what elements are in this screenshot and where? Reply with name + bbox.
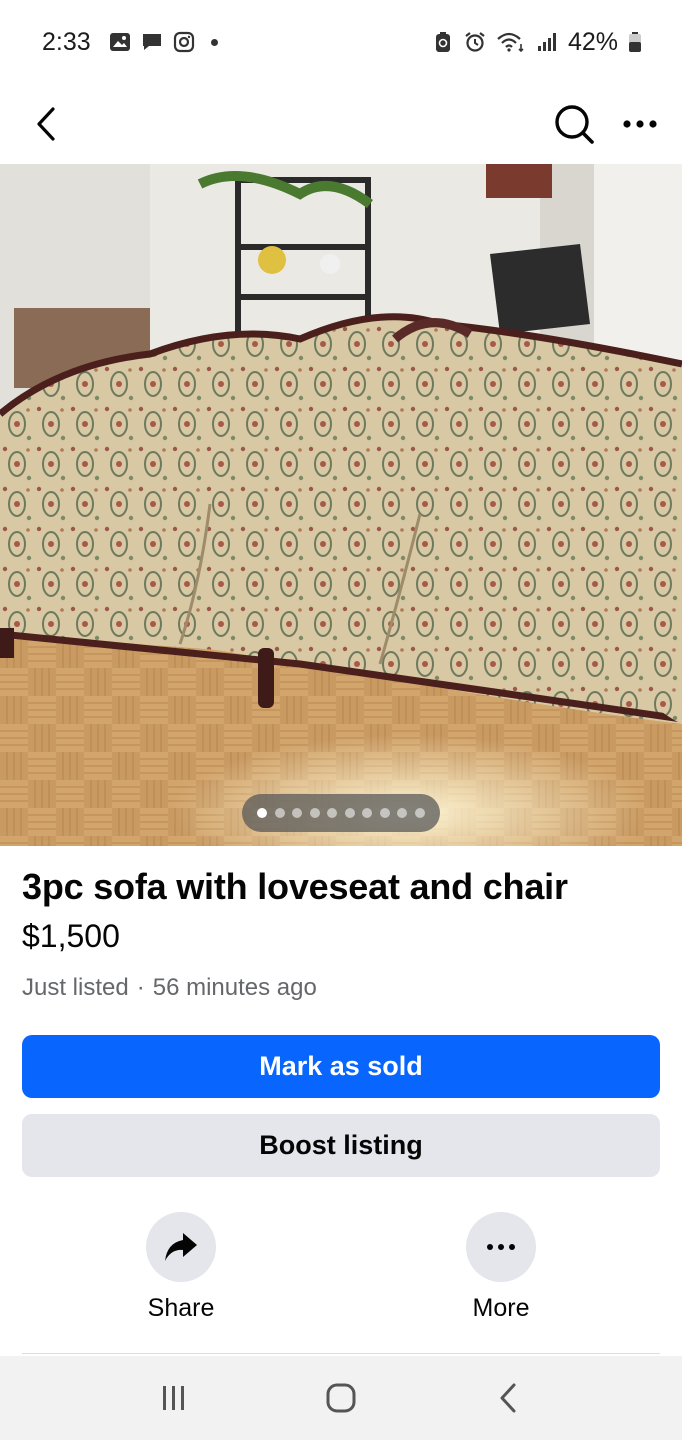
nav-right-actions: [550, 100, 664, 148]
top-navigation: [0, 84, 682, 164]
recents-icon: [162, 1386, 184, 1410]
carousel-dot: [379, 808, 390, 818]
boost-listing-button[interactable]: Boost listing: [22, 1114, 660, 1177]
carousel-dot: [309, 808, 320, 818]
more-dots-icon: [487, 1244, 515, 1250]
listing-photo[interactable]: [0, 164, 682, 846]
meta-separator: ·: [136, 974, 145, 1001]
more-label: More: [472, 1294, 530, 1322]
carousel-dot: [362, 808, 373, 818]
carousel-dot: [257, 808, 268, 818]
more-action[interactable]: More: [411, 1212, 591, 1332]
search-icon: [555, 105, 594, 144]
carousel-dot: [274, 808, 285, 818]
home-button[interactable]: [311, 1368, 371, 1428]
carousel-indicator: [242, 794, 440, 832]
notification-dot-icon: [210, 38, 218, 46]
mark-as-sold-button[interactable]: Mark as sold: [22, 1035, 660, 1098]
carousel-dot: [397, 808, 408, 818]
android-back-button[interactable]: [478, 1368, 538, 1428]
share-action[interactable]: Share: [91, 1212, 271, 1332]
battery-saver-icon: [432, 31, 454, 53]
carousel-dot: [344, 808, 355, 818]
sofa-photo-image: [0, 164, 682, 846]
listing-posted-time: 56 minutes ago: [152, 974, 317, 1001]
divider: [22, 1353, 660, 1354]
message-icon: [141, 31, 163, 53]
android-navigation-bar: [0, 1356, 682, 1440]
home-icon: [326, 1383, 356, 1413]
back-arrow-icon: [37, 107, 55, 141]
carousel-dot: [414, 808, 425, 818]
listing-price: $1,500: [22, 918, 120, 954]
listing-title: 3pc sofa with loveseat and chair: [22, 866, 568, 907]
carousel-dot: [292, 808, 303, 818]
battery-icon: [628, 31, 642, 53]
battery-percent: 42%: [567, 27, 618, 56]
android-back-icon: [500, 1383, 516, 1413]
more-button[interactable]: [466, 1212, 536, 1282]
status-bar: 2:33 42%: [0, 0, 682, 84]
signal-icon: [536, 31, 558, 53]
alarm-icon: [464, 31, 486, 53]
more-options-button[interactable]: [616, 100, 664, 148]
status-time: 2:33: [42, 27, 91, 56]
more-dots-icon: [623, 120, 657, 128]
status-right: 42%: [432, 28, 642, 57]
share-label: Share: [147, 1294, 215, 1322]
search-button[interactable]: [550, 100, 598, 148]
share-icon: [165, 1233, 197, 1261]
share-button[interactable]: [146, 1212, 216, 1282]
recents-button[interactable]: [144, 1368, 204, 1428]
wifi-icon: [496, 31, 526, 53]
instagram-icon: [173, 31, 195, 53]
status-left: 2:33: [42, 28, 218, 57]
gallery-icon: [109, 31, 131, 53]
carousel-dot: [327, 808, 338, 818]
listing-meta: Just listed · 56 minutes ago: [22, 974, 317, 1002]
listing-status: Just listed: [22, 974, 129, 1001]
back-button[interactable]: [22, 100, 70, 148]
